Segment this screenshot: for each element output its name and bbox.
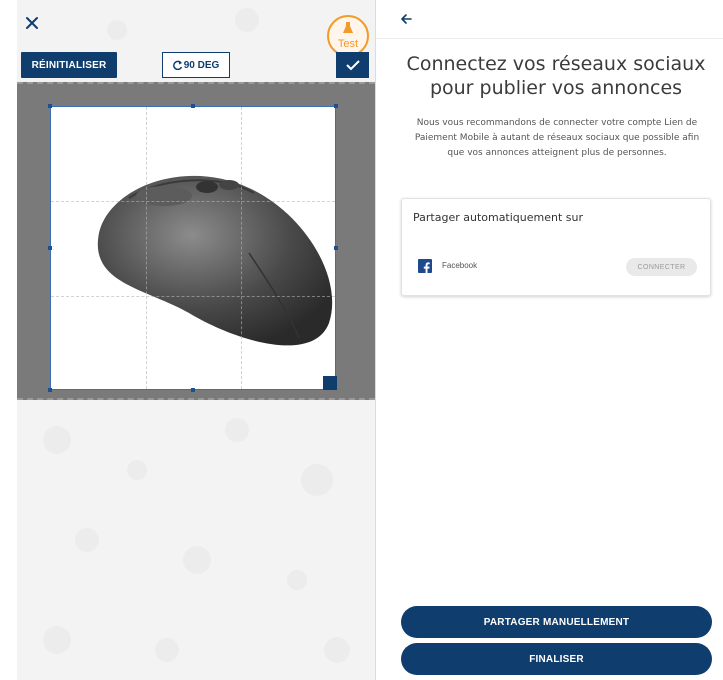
facebook-connect-button[interactable]: CONNECTER	[626, 258, 697, 276]
reset-button[interactable]: RÉINITIALISER	[21, 52, 117, 78]
crop-area[interactable]	[17, 82, 375, 400]
social-share-panel: Connectez vos réseaux sociaux pour publi…	[376, 0, 723, 680]
image-editor-panel: Test RÉINITIALISER 90 DEG	[17, 0, 375, 680]
crop-box[interactable]	[50, 106, 336, 390]
grid-line	[146, 107, 147, 389]
auto-share-heading: Partager automatiquement sur	[413, 211, 584, 224]
crop-area-bottom-border	[17, 398, 375, 400]
share-manually-button[interactable]: PARTAGER MANUELLEMENT	[401, 606, 712, 638]
page-title: Connectez vos réseaux sociaux pour publi…	[406, 53, 706, 99]
crop-handle[interactable]	[334, 246, 338, 250]
check-icon	[345, 60, 360, 71]
grid-line	[241, 107, 242, 389]
crop-handle[interactable]	[48, 246, 52, 250]
app-root: Test RÉINITIALISER 90 DEG Connectez vos …	[0, 0, 723, 680]
auto-share-card: Partager automatiquement sur Facebook CO…	[401, 198, 711, 296]
test-badge[interactable]: Test	[327, 15, 369, 57]
facebook-label: Facebook	[442, 261, 478, 270]
resize-corner-handle[interactable]	[323, 376, 337, 390]
page-subtitle: Nous vous recommandons de connecter votr…	[414, 118, 700, 158]
crop-handle[interactable]	[191, 388, 195, 392]
test-badge-label: Test	[337, 38, 359, 50]
crop-area-top-border	[17, 82, 375, 84]
grid-line	[51, 201, 335, 202]
rotate-button[interactable]: 90 DEG	[162, 52, 230, 78]
grid-line	[51, 296, 335, 297]
confirm-button[interactable]	[336, 52, 369, 78]
rotate-label: 90 DEG	[183, 59, 220, 71]
close-icon[interactable]	[23, 14, 41, 32]
back-arrow-icon[interactable]	[398, 10, 416, 28]
crop-handle[interactable]	[48, 104, 52, 108]
header-divider	[376, 38, 723, 39]
product-image-mouse	[97, 175, 333, 346]
rotate-icon	[172, 60, 182, 70]
facebook-icon	[418, 259, 432, 274]
editor-toolbar: Test RÉINITIALISER 90 DEG	[17, 0, 375, 82]
flask-icon	[343, 22, 353, 33]
finish-button[interactable]: FINALISER	[401, 643, 712, 675]
crop-handle[interactable]	[334, 104, 338, 108]
crop-handle[interactable]	[48, 388, 52, 392]
crop-handle[interactable]	[191, 104, 195, 108]
